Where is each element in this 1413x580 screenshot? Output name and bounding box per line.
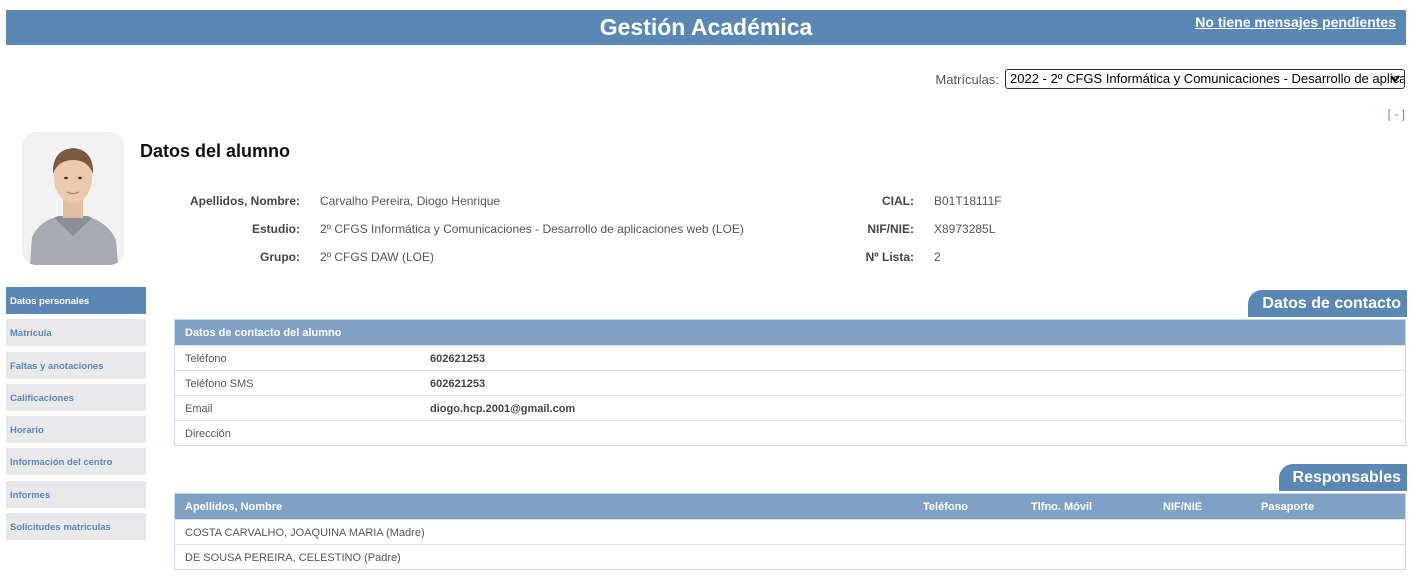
- cial-value: B01T18111F: [934, 194, 1002, 208]
- responsable-nombre: DE SOUSA PEREIRA, CELESTINO (Padre): [185, 552, 401, 564]
- estudio-label: Estudio:: [252, 222, 300, 236]
- collapse-toggle[interactable]: [ - ]: [1388, 107, 1405, 121]
- contact-value: diogo.hcp.2001@gmail.com: [430, 403, 576, 415]
- responsable-nombre: COSTA CARVALHO, JOAQUINA MARIA (Madre): [185, 527, 425, 539]
- student-section-title: Datos del alumno: [140, 141, 291, 161]
- contact-table-header: Datos de contacto del alumno: [175, 320, 1405, 345]
- contact-label: Teléfono: [185, 353, 227, 365]
- lista-value: 2: [934, 250, 941, 264]
- grupo-label: Grupo:: [260, 250, 300, 264]
- menu-item-faltas[interactable]: Faltas y anotaciones: [6, 351, 146, 379]
- matriculas-selected-value: 2022 - 2º CFGS Informática y Comunicacio…: [1010, 71, 1405, 86]
- table-row: Email diogo.hcp.2001@gmail.com: [175, 395, 1405, 420]
- col-nif: NIF/NIE: [1163, 501, 1203, 513]
- top-header: Gestión Académica No tiene mensajes pend…: [6, 10, 1406, 45]
- matriculas-selector: Matrículas: 2022 - 2º CFGS Informática y…: [935, 69, 1405, 89]
- contact-table-title: Datos de contacto del alumno: [185, 327, 342, 339]
- nif-label: NIF/NIE:: [867, 222, 914, 236]
- col-telefono: Teléfono: [923, 501, 969, 513]
- messages-link[interactable]: No tiene mensajes pendientes: [1195, 14, 1396, 30]
- col-pasaporte: Pasaporte: [1261, 501, 1315, 513]
- menu-item-solicitudes[interactable]: Solicitudes matrículas: [6, 513, 146, 541]
- menu-item-horario[interactable]: Horario: [6, 416, 146, 444]
- menu-item-informes[interactable]: Informes: [6, 480, 146, 508]
- cial-label: CIAL:: [882, 194, 914, 208]
- responsables-table: Apellidos, Nombre Teléfono Tlfno. Móvil …: [174, 493, 1406, 570]
- menu-item-informacion-centro[interactable]: Información del centro: [6, 448, 146, 476]
- responsables-table-header: Apellidos, Nombre Teléfono Tlfno. Móvil …: [175, 494, 1405, 519]
- student-photo: [22, 132, 124, 265]
- grupo-value: 2º CFGS DAW (LOE): [320, 250, 434, 264]
- table-row: Dirección: [175, 420, 1405, 445]
- contact-label: Email: [185, 403, 213, 415]
- menu-item-matricula[interactable]: Matrícula: [6, 319, 146, 347]
- contact-label: Dirección: [185, 428, 231, 440]
- contact-table: Datos de contacto del alumno Teléfono 60…: [174, 319, 1406, 446]
- side-menu: Datos personales Matrícula Faltas y anot…: [6, 287, 146, 545]
- table-row: Teléfono SMS 602621253: [175, 370, 1405, 395]
- contact-value: 602621253: [430, 353, 486, 365]
- table-row: COSTA CARVALHO, JOAQUINA MARIA (Madre): [175, 519, 1405, 544]
- responsables-section-tab: Responsables: [1278, 464, 1407, 491]
- nombre-value: Carvalho Pereira, Diogo Henrique: [320, 194, 501, 208]
- matriculas-select[interactable]: 2022 - 2º CFGS Informática y Comunicacio…: [1005, 69, 1405, 89]
- estudio-value: 2º CFGS Informática y Comunicaciones - D…: [320, 222, 744, 236]
- col-nombre: Apellidos, Nombre: [185, 501, 283, 513]
- menu-item-datos-personales[interactable]: Datos personales: [6, 287, 146, 314]
- contact-label: Teléfono SMS: [185, 378, 254, 390]
- nombre-label: Apellidos, Nombre:: [189, 194, 300, 208]
- table-row: Teléfono 602621253: [175, 345, 1405, 370]
- table-row: DE SOUSA PEREIRA, CELESTINO (Padre): [175, 544, 1405, 569]
- lista-label: Nº Lista:: [865, 250, 914, 264]
- contact-section-tab: Datos de contacto: [1248, 290, 1407, 317]
- nif-value: X8973285L: [934, 222, 996, 236]
- chevron-down-icon: [1389, 71, 1401, 88]
- col-movil: Tlfno. Móvil: [1031, 501, 1093, 513]
- menu-item-calificaciones[interactable]: Calificaciones: [6, 383, 146, 411]
- contact-value: 602621253: [430, 378, 486, 390]
- matriculas-label: Matrículas:: [935, 71, 999, 87]
